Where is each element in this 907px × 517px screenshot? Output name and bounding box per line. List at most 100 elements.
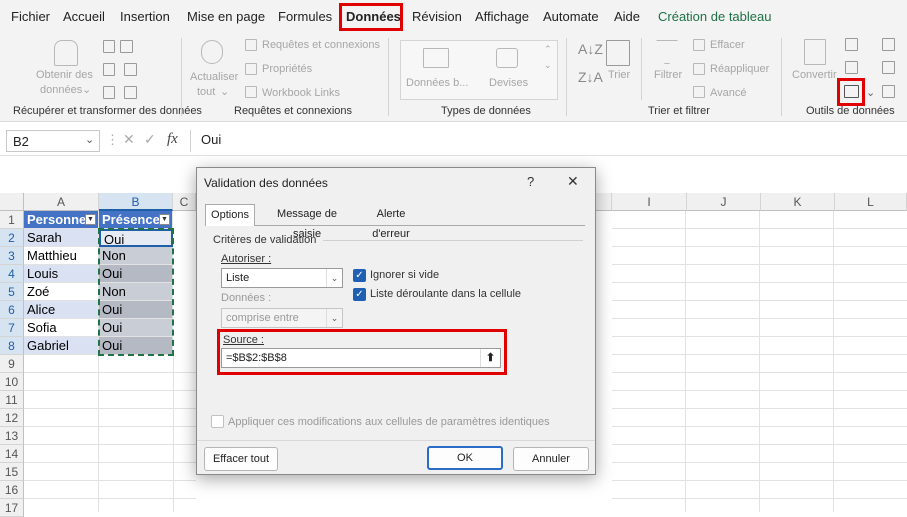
sort-desc-icon[interactable]: Z↓A <box>578 70 603 84</box>
menu-automate[interactable]: Automate <box>543 9 599 24</box>
consolidate-icon[interactable] <box>882 38 895 51</box>
table-cell[interactable]: Alice <box>24 301 99 319</box>
row-header[interactable]: 11 <box>0 391 24 409</box>
table-cell[interactable]: Gabriel <box>24 337 99 355</box>
menu-revision[interactable]: Révision <box>412 9 462 24</box>
chevron-down-icon[interactable]: ⌄ <box>326 269 342 287</box>
query-icon[interactable] <box>103 86 115 99</box>
menu-insertion[interactable]: Insertion <box>120 9 170 24</box>
chevron-down-icon[interactable]: ⌄ <box>866 86 875 100</box>
ignore-blank-label[interactable]: Ignorer si vide <box>370 269 439 281</box>
filter-dropdown-icon[interactable]: ▼ <box>159 214 170 225</box>
row-header[interactable]: 9 <box>0 355 24 373</box>
menu-fichier[interactable]: Fichier <box>11 9 50 24</box>
confirm-icon[interactable]: ✓ <box>144 131 156 148</box>
currencies-button[interactable]: Devises <box>489 76 528 90</box>
cancel-button[interactable]: Annuler <box>513 447 589 471</box>
data-model-icon[interactable] <box>882 85 895 98</box>
row-header[interactable]: 2 <box>0 229 24 247</box>
column-header[interactable]: J <box>687 193 761 211</box>
table-cell[interactable]: Matthieu <box>24 247 99 265</box>
name-box[interactable]: B2 ⌄ <box>6 130 100 152</box>
convert-button[interactable]: Convertir <box>792 68 837 82</box>
apply-all-label[interactable]: Appliquer ces modifications aux cellules… <box>228 416 550 428</box>
advanced-button[interactable]: Avancé <box>710 86 747 100</box>
menu-accueil[interactable]: Accueil <box>63 9 105 24</box>
row-header[interactable]: 1 <box>0 211 24 229</box>
help-button[interactable]: ? <box>527 174 534 189</box>
tab-options[interactable]: Options <box>205 204 255 226</box>
menu-affichage[interactable]: Affichage <box>475 9 529 24</box>
row-header[interactable]: 7 <box>0 319 24 337</box>
relationships-icon[interactable] <box>882 61 895 74</box>
column-header[interactable]: I <box>612 193 687 211</box>
row-header[interactable]: 13 <box>0 427 24 445</box>
file-icon[interactable] <box>103 40 115 53</box>
row-header[interactable]: 12 <box>0 409 24 427</box>
table-cell[interactable]: Oui <box>99 301 173 319</box>
row-header[interactable]: 3 <box>0 247 24 265</box>
tab-error-alert[interactable]: Alerte d'erreur <box>357 204 425 240</box>
recent-sources-icon[interactable] <box>124 63 137 76</box>
in-cell-dropdown-checkbox[interactable]: ✓ <box>353 288 366 301</box>
stocks-button[interactable]: Données b... <box>406 76 468 90</box>
row-header[interactable]: 15 <box>0 463 24 481</box>
workbook-links-button[interactable]: Workbook Links <box>262 86 340 100</box>
in-cell-dropdown-label[interactable]: Liste déroulante dans la cellule <box>370 288 521 300</box>
sort-asc-icon[interactable]: A↓Z <box>578 42 603 56</box>
tab-input-message[interactable]: Message de saisie <box>263 204 351 240</box>
table-cell[interactable]: Oui <box>99 265 173 283</box>
clear-all-button[interactable]: Effacer tout <box>204 447 278 471</box>
reapply-button[interactable]: Réappliquer <box>710 62 769 76</box>
function-icon[interactable]: fx <box>167 131 178 148</box>
column-header[interactable]: A <box>24 193 99 211</box>
row-header[interactable]: 8 <box>0 337 24 355</box>
queries-button[interactable]: Requêtes et connexions <box>262 38 380 52</box>
menu-formules[interactable]: Formules <box>278 9 332 24</box>
row-header[interactable]: 5 <box>0 283 24 301</box>
select-all-corner[interactable] <box>0 193 24 211</box>
ignore-blank-checkbox[interactable]: ✓ <box>353 269 366 282</box>
filter-dropdown-icon[interactable]: ▼ <box>85 214 96 225</box>
flash-fill-icon[interactable] <box>845 38 858 51</box>
table-cell[interactable]: Oui <box>99 319 173 337</box>
table-cell[interactable]: Sarah <box>24 229 99 247</box>
column-header[interactable]: C <box>173 193 196 211</box>
row-header[interactable]: 6 <box>0 301 24 319</box>
remove-duplicates-icon[interactable] <box>845 61 858 74</box>
get-data-label[interactable]: Obtenir des <box>36 68 93 82</box>
table-header-cell[interactable]: Personne ▼ <box>24 211 99 229</box>
apply-all-checkbox[interactable] <box>211 415 224 428</box>
refresh-label-2[interactable]: tout <box>197 85 215 99</box>
chevron-down-icon[interactable]: ⌄ <box>544 58 552 72</box>
menu-mise-en-page[interactable]: Mise en page <box>187 9 265 24</box>
table-cell[interactable]: Louis <box>24 265 99 283</box>
menu-aide[interactable]: Aide <box>614 9 640 24</box>
close-icon[interactable]: ✕ <box>567 173 579 190</box>
empty-cells[interactable] <box>24 355 196 512</box>
filter-button[interactable]: Filtrer <box>654 68 682 82</box>
row-header[interactable]: 10 <box>0 373 24 391</box>
row-header[interactable]: 14 <box>0 445 24 463</box>
allow-select[interactable]: Liste ⌄ <box>221 268 343 288</box>
table-cell[interactable]: Sofia <box>24 319 99 337</box>
empty-cells[interactable] <box>612 211 907 512</box>
row-header[interactable]: 4 <box>0 265 24 283</box>
formula-input[interactable]: Oui <box>201 132 221 147</box>
row-header[interactable]: 16 <box>0 481 24 499</box>
properties-button[interactable]: Propriétés <box>262 62 312 76</box>
table-cell-active[interactable]: Oui <box>99 229 173 247</box>
refresh-label[interactable]: Actualiser <box>190 70 238 84</box>
cancel-icon[interactable]: ✕ <box>123 131 135 148</box>
column-header[interactable]: B <box>99 193 173 211</box>
web-icon[interactable] <box>103 63 115 76</box>
column-header[interactable] <box>596 193 612 211</box>
get-data-label-2[interactable]: données <box>40 83 82 97</box>
clear-button[interactable]: Effacer <box>710 38 745 52</box>
row-header[interactable]: 17 <box>0 499 24 517</box>
table-cell[interactable]: Zoé <box>24 283 99 301</box>
table-icon[interactable] <box>120 40 133 53</box>
chevron-up-icon[interactable]: ⌃ <box>544 42 552 56</box>
chevron-down-icon[interactable]: ⌄ <box>85 133 94 146</box>
connections-icon[interactable] <box>124 86 137 99</box>
